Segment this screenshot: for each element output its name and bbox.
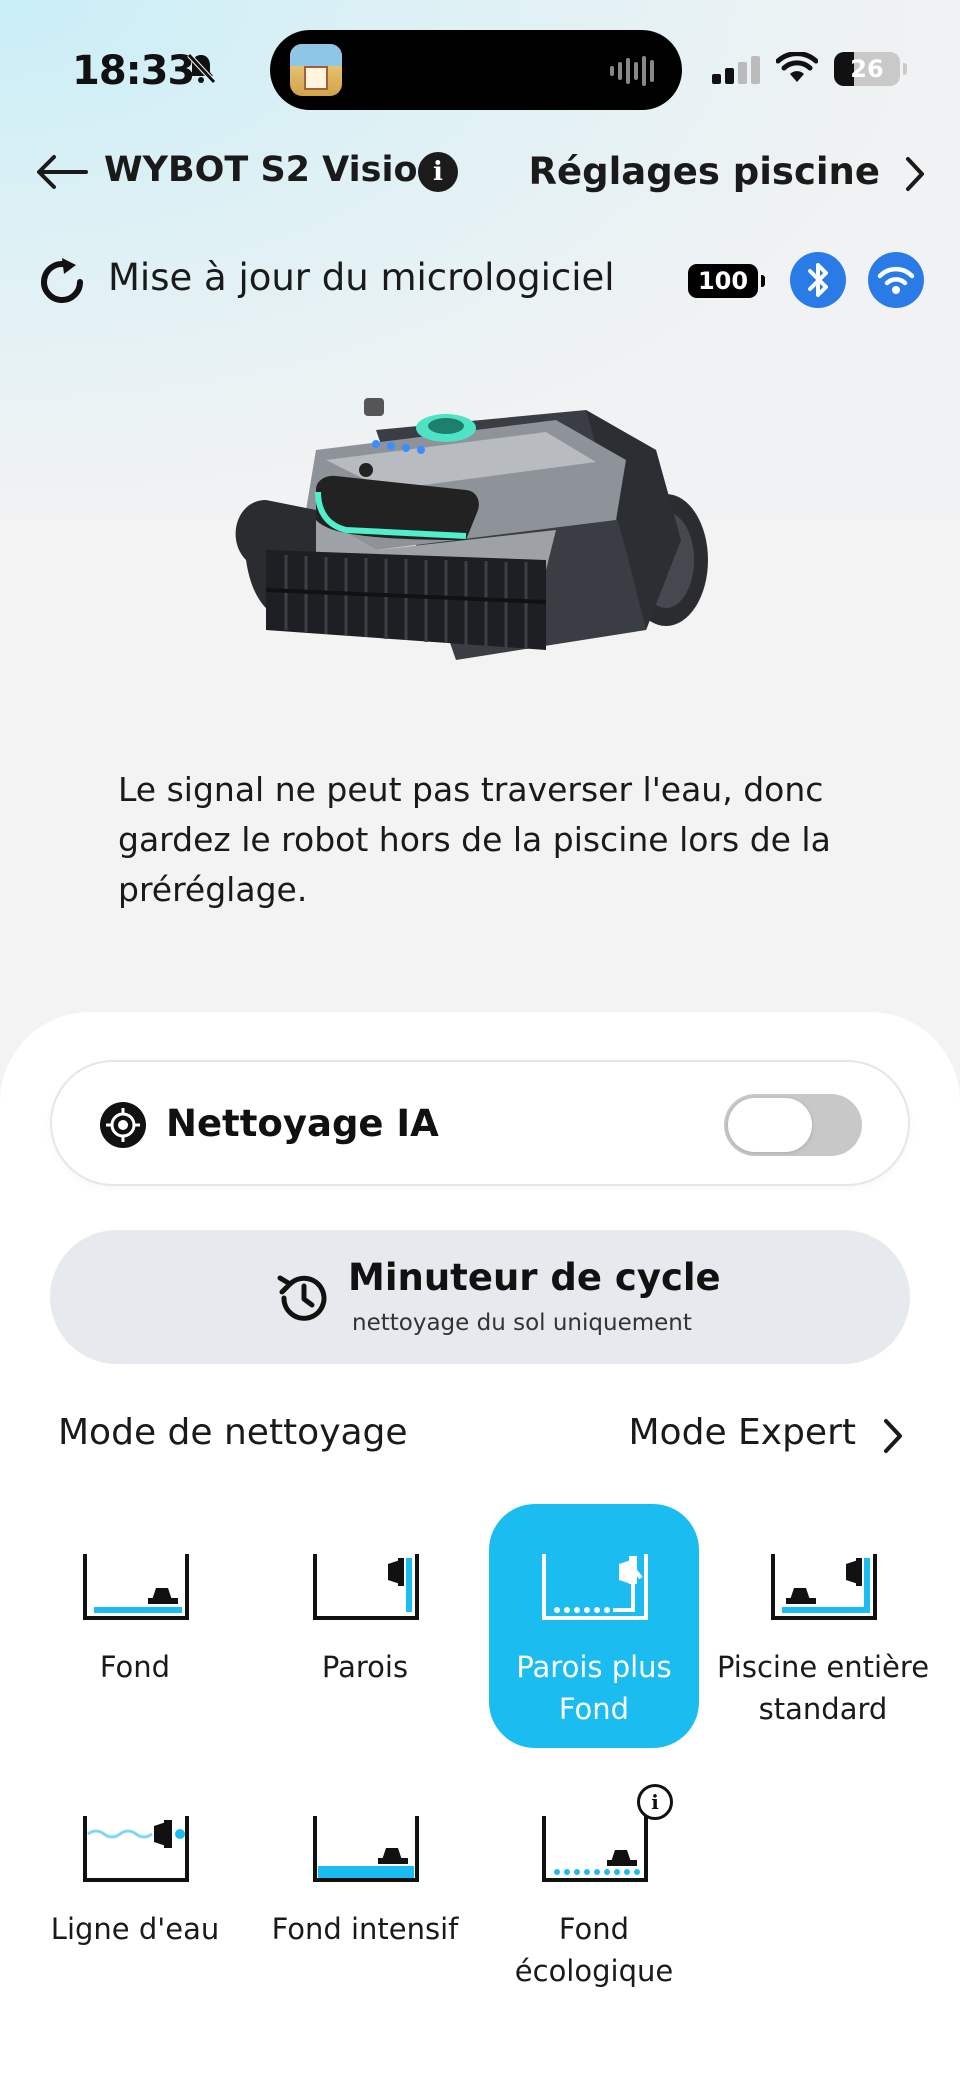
dynamic-island [270,30,682,110]
game-app-icon [290,44,342,96]
wifi-status-icon [775,51,819,88]
chevron-right-icon[interactable] [882,1418,904,1458]
info-icon[interactable]: i [418,152,458,192]
phone-battery-icon: 26 [834,52,907,86]
cleaning-mode-label: Mode de nettoyage [58,1412,408,1453]
mode-label: Parois [321,1650,409,1684]
chevron-right-icon[interactable] [904,156,926,196]
silent-bell-icon [186,52,216,88]
phone-battery-level: 26 [850,55,884,83]
full-pool-mode-icon [771,1554,877,1620]
audio-wave-icon [610,56,660,90]
mode-tile-piscine-entiere[interactable]: Piscine entière standard [717,1504,929,1748]
status-bar: 18:33 26 [0,0,960,140]
mode-label: Ligne d'eau [50,1912,220,1946]
mode-tile-parois[interactable]: Parois [260,1504,470,1748]
pool-settings-link[interactable]: Réglages piscine [529,150,880,193]
waterline-mode-icon [83,1816,189,1882]
robot-battery-badge: 100 [688,264,765,298]
bluetooth-icon [790,252,846,308]
clock-history-icon [274,1268,334,1332]
ai-cleaning-card: Nettoyage IA [50,1060,910,1186]
signal-notice: Le signal ne peut pas traverser l'eau, d… [118,770,831,909]
mode-tile-ligne-d-eau[interactable]: Ligne d'eau [30,1766,240,2010]
cycle-timer-title: Minuteur de cycle [348,1256,721,1299]
ai-cleaning-label: Nettoyage IA [166,1102,439,1145]
mode-label: Fond intensif [271,1912,459,1946]
wifi-icon [868,252,924,308]
eco-floor-mode-icon [542,1816,648,1882]
info-icon[interactable]: i [637,1784,673,1820]
mode-label: Parois plus Fond [516,1650,672,1726]
cycle-timer-subtitle: nettoyage du sol uniquement [352,1310,692,1336]
target-icon [100,1102,146,1148]
refresh-icon[interactable] [36,256,88,312]
status-time: 18:33 [72,48,195,94]
toggle-knob [728,1098,812,1152]
mode-tile-parois-plus-fond[interactable]: Parois plus Fond [489,1504,699,1748]
firmware-update-link[interactable]: Mise à jour du micrologiciel [108,256,615,299]
intensive-floor-mode-icon [313,1816,419,1882]
mode-label: Fond [99,1650,171,1684]
wall-mode-icon [313,1554,419,1620]
floor-mode-icon [83,1554,189,1620]
mode-tile-fond-ecologique[interactable]: i Fond écologique [489,1766,699,2010]
mode-label: Piscine entière standard [716,1650,930,1726]
ai-cleaning-toggle[interactable] [724,1094,862,1156]
back-arrow-icon[interactable] [36,154,88,194]
expert-mode-link[interactable]: Mode Expert [629,1412,857,1453]
mode-label: Fond écologique [514,1912,674,1988]
firmware-row: Mise à jour du micrologiciel 100 [36,250,926,310]
mode-tile-fond-intensif[interactable]: Fond intensif [260,1766,470,2010]
header: WYBOT S2 Vision i Réglages piscine [36,146,926,198]
cycle-timer-button[interactable]: Minuteur de cycle nettoyage du sol uniqu… [50,1230,910,1364]
cellular-signal-icon [712,56,762,88]
mode-tile-fond[interactable]: Fond [30,1504,240,1748]
device-name: WYBOT S2 Vision [104,150,443,190]
pool-robot-image [226,390,736,710]
wall-floor-mode-icon [542,1554,648,1620]
